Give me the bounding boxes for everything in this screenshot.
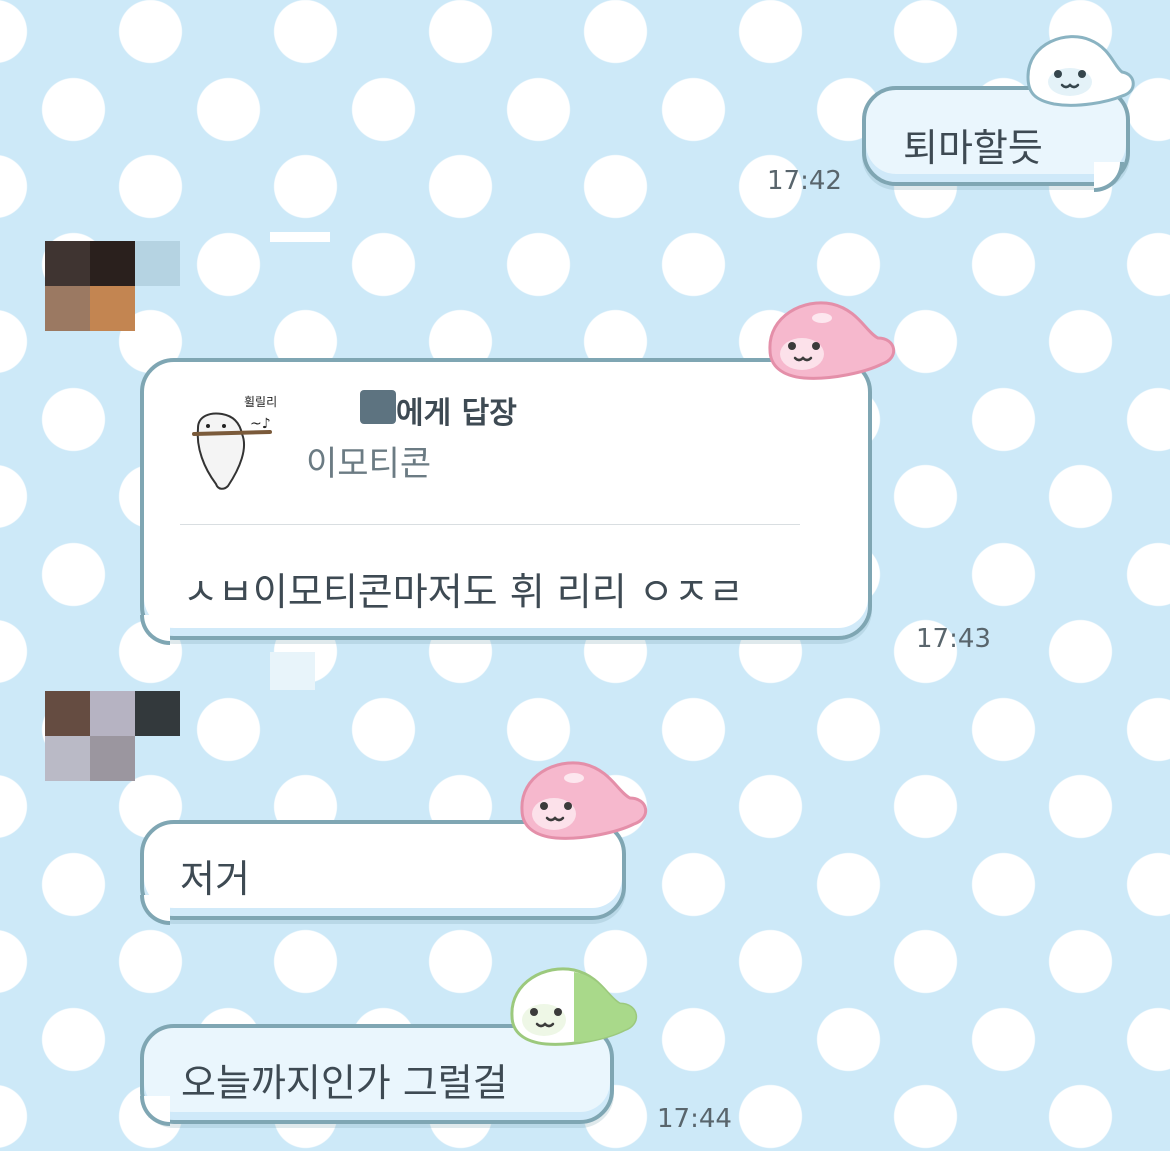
avatar[interactable] <box>45 691 180 781</box>
bubble-tail <box>140 1096 170 1126</box>
sent-message-text: 퇴마할듯 <box>903 126 1043 170</box>
reply-divider <box>180 524 800 525</box>
emoticon-note: ~♪ <box>250 416 271 432</box>
sender-name-redacted <box>270 652 315 690</box>
received-message-text: ㅅㅂ이모티콘마저도 휘 리리 ㅇㅈㄹ <box>183 570 744 614</box>
received-message-text: 저거 <box>180 857 250 901</box>
emoticon-caption: 휠릴리 <box>244 395 277 409</box>
bubble-tail <box>140 615 170 645</box>
reply-preview-text: 이모티콘 <box>306 444 432 484</box>
bubble-tail <box>1094 162 1124 192</box>
green-seal-mascot-icon <box>510 967 637 1046</box>
pink-seal-mascot-icon <box>768 301 895 380</box>
reply-target-label: 에게 답장 <box>396 396 517 431</box>
received-message-text: 오늘까지인가 그럴걸 <box>181 1061 508 1105</box>
white-seal-mascot-icon <box>1026 35 1135 107</box>
message-time: 17:42 <box>767 166 842 196</box>
pink-seal-mascot-icon <box>520 761 647 840</box>
message-time: 17:43 <box>916 624 991 654</box>
message-time: 17:44 <box>657 1104 732 1134</box>
redacted-name-block <box>360 390 396 424</box>
sender-name-redacted <box>270 232 330 242</box>
avatar[interactable] <box>45 241 180 331</box>
bubble-tail <box>140 895 170 925</box>
seal-whistle-emoticon[interactable]: 휠릴리 ~♪ <box>188 388 286 492</box>
